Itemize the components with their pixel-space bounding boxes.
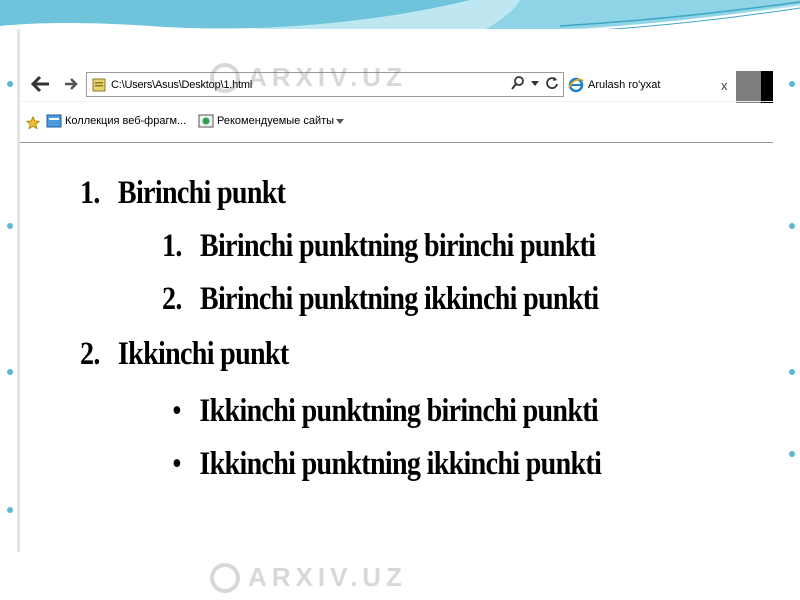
list-item: 1. Birinchi punktning birinchi punkti	[162, 228, 596, 265]
list-item-text: Ikkinchi punktning birinchi punkti	[199, 393, 599, 429]
watermark-text: ARXIV.UZ	[248, 562, 407, 592]
window-control-black[interactable]	[761, 71, 773, 103]
list-item-text: Birinchi punktning birinchi punkti	[199, 228, 596, 264]
browser-screenshot: C:\Users\Asus\Desktop\1.html Arulash ro'…	[17, 29, 773, 552]
list-item: 1. Birinchi punkt	[80, 175, 286, 212]
window-control-grey[interactable]	[736, 71, 761, 103]
forward-arrow-icon	[65, 78, 78, 90]
refresh-icon[interactable]	[545, 76, 559, 90]
list-item-text: Ikkinchi punkt	[117, 336, 289, 372]
ie-icon	[568, 77, 584, 93]
list-item: 2. Birinchi punktning ikkinchi punkti	[162, 281, 599, 318]
watermark-text: ARXIV.UZ	[248, 62, 407, 92]
search-icon[interactable]	[511, 76, 525, 90]
list-item: • Ikkinchi punktning birinchi punkti	[172, 393, 599, 430]
list-marker: 1.	[80, 175, 100, 211]
list-marker: •	[172, 446, 182, 482]
list-item-text: Birinchi punkt	[117, 175, 286, 211]
favorite-label: Рекомендуемые сайты	[217, 115, 335, 127]
favorites-bar: Коллекция веб-фрагм... Рекомендуемые сай…	[20, 101, 773, 143]
web-slice-icon	[46, 114, 62, 128]
watermark-logo-icon	[210, 62, 240, 93]
list-item-text: Birinchi punktning ikkinchi punkti	[199, 281, 599, 317]
chevron-down-icon[interactable]	[336, 117, 345, 125]
list-item-text: Ikkinchi punktning ikkinchi punkti	[199, 446, 602, 482]
list-marker: 2.	[162, 281, 182, 317]
browser-tab[interactable]: Arulash ro'yxat	[566, 71, 736, 99]
watermark-logo-icon	[210, 562, 240, 593]
page-icon	[92, 78, 106, 91]
list-marker: 1.	[162, 228, 182, 264]
list-item: • Ikkinchi punktning ikkinchi punkti	[172, 446, 602, 483]
list-marker: 2.	[80, 336, 100, 372]
suggested-sites-icon	[198, 114, 214, 128]
watermark: ARXIV.UZ	[210, 62, 407, 93]
page-content: 1. Birinchi punkt 1. Birinchi punktning …	[20, 143, 773, 552]
forward-button[interactable]	[60, 73, 82, 95]
watermark: ARXIV.UZ	[210, 562, 407, 593]
list-marker: •	[172, 393, 182, 429]
list-item: 2. Ikkinchi punkt	[80, 336, 289, 373]
favorites-star-icon[interactable]	[26, 116, 40, 130]
dropdown-icon[interactable]	[531, 79, 539, 87]
back-button[interactable]	[30, 73, 52, 95]
favorite-web-slice-gallery[interactable]: Коллекция веб-фрагм...	[46, 113, 186, 129]
close-tab-button[interactable]: x	[721, 78, 728, 93]
favorite-label: Коллекция веб-фрагм...	[65, 115, 187, 127]
back-arrow-icon	[31, 75, 49, 93]
tab-title: Arulash ro'yxat	[588, 79, 661, 91]
favorite-suggested-sites[interactable]: Рекомендуемые сайты	[198, 113, 345, 129]
